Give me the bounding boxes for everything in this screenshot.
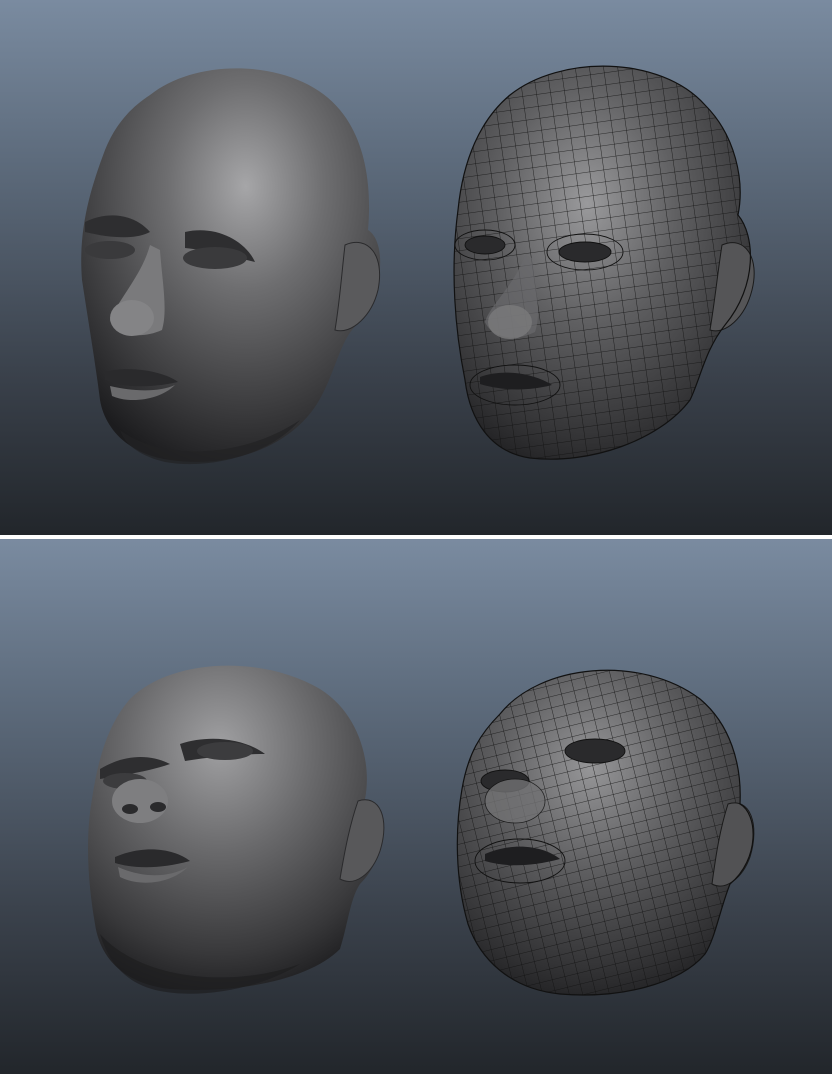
head-model-wireframe-bottom[interactable] bbox=[440, 639, 770, 1019]
viewport-bottom[interactable] bbox=[0, 539, 832, 1074]
viewport-top-canvas bbox=[81, 50, 770, 480]
head-model-wireframe-top[interactable] bbox=[440, 50, 770, 480]
viewport-bottom-canvas bbox=[88, 639, 770, 1019]
viewport-top[interactable] bbox=[0, 0, 832, 535]
head-model-smooth-bottom[interactable] bbox=[88, 665, 385, 994]
head-model-smooth-top[interactable] bbox=[81, 68, 381, 465]
maya-viewport-comparison bbox=[0, 0, 832, 1074]
